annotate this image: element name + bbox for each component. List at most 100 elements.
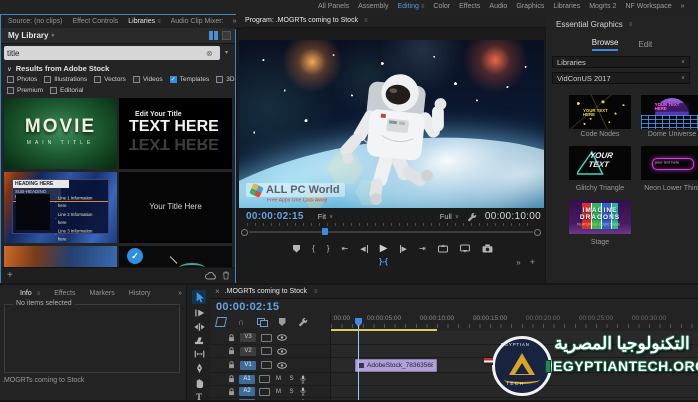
timeline-clip-adobestock[interactable]: AdobeStock_78363568.mov: [355, 359, 437, 372]
track-select-forward-tool-icon[interactable]: [194, 308, 205, 318]
workspace-tab-all-panels[interactable]: All Panels: [318, 0, 349, 14]
tab-effect-controls[interactable]: Effect Controls: [72, 15, 118, 28]
in-out-loop-icon[interactable]: }-{: [379, 257, 388, 266]
mogrt-thumb-code-nodes[interactable]: YOUR TEXT HERE: [569, 95, 631, 129]
workspace-overflow-icon[interactable]: »: [681, 0, 685, 14]
filter-illustrations[interactable]: Illustrations: [44, 76, 87, 83]
selection-tool-icon[interactable]: [192, 290, 206, 304]
filter-vectors[interactable]: Vectors: [94, 76, 126, 83]
tab-audio-clip-mixer[interactable]: Audio Clip Mixer:: [171, 15, 223, 28]
timeline-tab-close-icon[interactable]: ×: [215, 287, 220, 296]
tab-timeline-sequence[interactable]: .MOGRTs coming to Stock: [225, 285, 307, 298]
stock-thumb-news-template[interactable]: HEADING HERE SUB-HEADING HERE -Line 1 In…: [4, 172, 117, 243]
timeline-add-marker-icon[interactable]: [279, 318, 286, 326]
go-to-in-icon[interactable]: ⇤: [342, 244, 349, 253]
grid-view-icon[interactable]: [209, 31, 218, 40]
play-button-icon[interactable]: ▶: [380, 243, 388, 254]
checkbox-editorial[interactable]: [50, 87, 57, 94]
lock-icon[interactable]: [228, 347, 235, 355]
source-patch-icon[interactable]: [261, 334, 272, 342]
library-caret-icon[interactable]: ▾: [51, 33, 54, 39]
filter-editorial[interactable]: Editorial: [50, 87, 83, 94]
stock-thumb-partial-left[interactable]: [4, 246, 117, 267]
pen-tool-icon[interactable]: [195, 363, 204, 374]
source-patch-icon[interactable]: [261, 347, 272, 355]
tab-history[interactable]: History: [129, 287, 151, 300]
timeline-panel-menu-icon[interactable]: ≡: [314, 289, 318, 295]
checkbox-photos[interactable]: [7, 76, 14, 83]
checkbox-templates-checked[interactable]: ✓: [170, 76, 177, 83]
workspace-tab-color[interactable]: Color: [433, 0, 450, 14]
razor-tool-icon[interactable]: [194, 336, 204, 345]
tab-libraries[interactable]: Libraries: [128, 15, 155, 28]
lock-icon[interactable]: [228, 375, 235, 383]
voiceover-mic-icon[interactable]: [300, 387, 306, 396]
add-marker-icon[interactable]: [293, 245, 300, 253]
mark-in-icon[interactable]: {: [312, 244, 315, 253]
go-to-out-icon[interactable]: ⇥: [419, 244, 426, 253]
voiceover-mic-icon[interactable]: [300, 375, 306, 384]
zoom-level-select[interactable]: Fit∨: [318, 212, 333, 221]
lock-icon[interactable]: [228, 388, 235, 396]
workspace-tab-audio[interactable]: Audio: [489, 0, 507, 14]
nest-indicator-icon[interactable]: [257, 318, 267, 326]
filter-photos[interactable]: Photos: [7, 76, 37, 83]
info-tabs-overflow-icon[interactable]: »: [178, 287, 182, 300]
info-panel-menu-icon[interactable]: ≡: [37, 291, 41, 297]
search-options-caret-icon[interactable]: ▾: [225, 49, 228, 56]
track-badge-v1[interactable]: V1: [240, 361, 256, 370]
source-patch-icon[interactable]: [261, 361, 272, 369]
monitor-settings-wrench-icon[interactable]: [467, 212, 477, 222]
stock-thumb-movie-title[interactable]: MOVIE MAIN TITLE: [4, 98, 117, 169]
program-panel-menu-icon[interactable]: ≡: [364, 18, 368, 24]
search-clear-icon[interactable]: ⊗: [206, 49, 213, 58]
timeline-current-timecode[interactable]: 00:00:02:15: [216, 301, 279, 313]
filter-3d[interactable]: 3D: [216, 76, 234, 83]
track-visibility-eye-icon[interactable]: [277, 362, 287, 369]
checkbox-3d[interactable]: [216, 76, 223, 83]
eg-source-select[interactable]: Libraries ∨: [552, 56, 690, 68]
snap-icon[interactable]: [215, 317, 227, 327]
track-visibility-eye-icon[interactable]: [277, 348, 287, 355]
tab-info[interactable]: Info: [20, 287, 32, 300]
stock-thumb-text-here[interactable]: Edit Your Title TEXT HERE TEXT HERE: [119, 98, 232, 169]
scrubber-left-handle[interactable]: [241, 229, 248, 236]
tab-markers[interactable]: Markers: [89, 287, 114, 300]
tab-source-monitor[interactable]: Source: (no clips): [8, 15, 62, 28]
mogrt-thumb-glitchy-triangle[interactable]: YOUR TEXT: [569, 146, 631, 180]
type-tool-icon[interactable]: T: [196, 392, 202, 402]
solo-button[interactable]: S: [287, 376, 296, 382]
eg-library-select[interactable]: VidConUS 2017 ∨: [552, 72, 690, 84]
hand-tool-icon[interactable]: [194, 378, 204, 388]
source-patch-icon[interactable]: [259, 388, 270, 396]
filter-videos[interactable]: Videos: [133, 76, 163, 83]
export-frame-camera-icon[interactable]: [482, 244, 493, 253]
left-tabs-overflow-icon[interactable]: »: [233, 15, 237, 28]
libraries-panel-menu-icon[interactable]: ≡: [157, 19, 161, 25]
trash-icon[interactable]: [222, 271, 230, 280]
stock-thumb-partial-right[interactable]: ✓: [119, 246, 232, 267]
essential-graphics-menu-icon[interactable]: ≡: [629, 22, 633, 28]
mute-button[interactable]: M: [274, 389, 283, 395]
track-badge-v3[interactable]: V3: [240, 333, 256, 342]
workspace-tab-graphics[interactable]: Graphics: [516, 0, 544, 14]
extract-icon[interactable]: [460, 244, 470, 253]
filter-premium[interactable]: Premium: [7, 87, 43, 94]
track-badge-a2[interactable]: A2: [239, 387, 255, 396]
filter-templates[interactable]: ✓Templates: [170, 76, 210, 83]
workspace-tab-libraries[interactable]: Libraries: [553, 0, 580, 14]
solo-button[interactable]: S: [287, 389, 296, 395]
program-current-timecode[interactable]: 00:00:02:15: [246, 211, 304, 222]
checkbox-videos[interactable]: [133, 76, 140, 83]
stock-thumb-your-title[interactable]: Your Title Here: [119, 172, 232, 243]
scrubber-right-handle[interactable]: [534, 229, 541, 236]
ripple-edit-tool-icon[interactable]: [194, 322, 205, 332]
program-scrubber[interactable]: [241, 228, 541, 235]
list-view-icon[interactable]: [222, 31, 231, 40]
source-patch-icon[interactable]: [259, 375, 270, 383]
workspace-tab-editing[interactable]: Editing: [397, 0, 418, 14]
checkbox-vectors[interactable]: [94, 76, 101, 83]
lock-icon[interactable]: [228, 334, 235, 342]
tab-effects[interactable]: Effects: [54, 287, 75, 300]
tab-browse[interactable]: Browse: [592, 38, 619, 51]
